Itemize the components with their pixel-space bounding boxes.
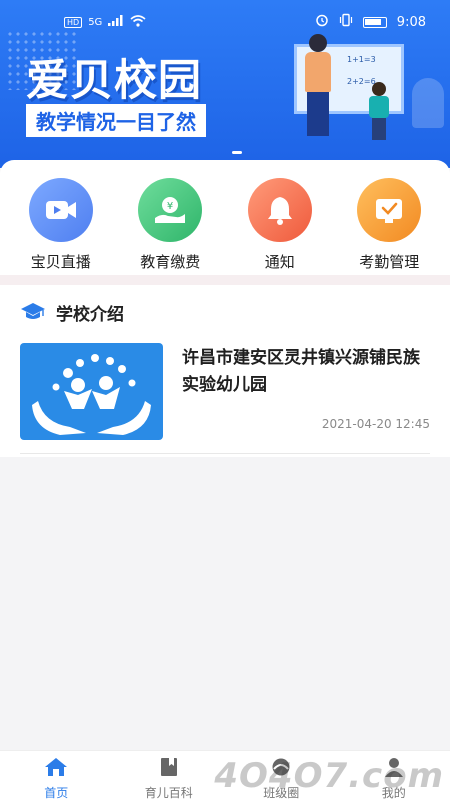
- banner-subtitle: 教学情况一目了然: [26, 104, 206, 137]
- news-item[interactable]: 许昌市建安区灵井镇兴源铺民族实验幼儿园 2021-04-20 12:45: [20, 343, 430, 441]
- vibrate-icon: [339, 13, 353, 31]
- quick-menu: 宝贝直播 ¥ 教育缴费 通知 考勤管理: [0, 160, 450, 275]
- money-hand-icon: ¥: [138, 178, 203, 242]
- menu-attendance[interactable]: 考勤管理: [339, 178, 439, 275]
- home-icon: [44, 757, 68, 781]
- bell-icon: [247, 178, 312, 242]
- hd-badge: HD: [64, 16, 83, 28]
- menu-education-payment[interactable]: ¥ 教育缴费: [120, 178, 220, 275]
- wifi-icon: [130, 14, 146, 30]
- section-header: 学校介绍: [20, 300, 124, 325]
- tab-parenting-encyclopedia[interactable]: 育儿百科: [113, 751, 226, 800]
- signal-icon: [108, 15, 124, 29]
- section-divider: [0, 275, 450, 285]
- alarm-icon: [315, 13, 329, 31]
- menu-label: 通知: [264, 253, 295, 271]
- watermark: 4O4O7.com: [214, 756, 444, 796]
- svg-text:¥: ¥: [167, 201, 173, 212]
- battery-icon: [362, 16, 387, 28]
- section-title: 学校介绍: [56, 305, 124, 325]
- news-title: 许昌市建安区灵井镇兴源铺民族实验幼儿园: [182, 348, 420, 395]
- tab-label: 育儿百科: [144, 786, 193, 800]
- news-divider: [20, 453, 430, 454]
- plant-illustration: [412, 78, 444, 128]
- school-intro-section: 学校介绍 许昌市建安区灵井镇兴源铺民族实验幼儿园 2021-04-20 12:4…: [0, 285, 450, 457]
- menu-label: 教育缴费: [140, 253, 201, 271]
- tab-home[interactable]: 首页: [0, 751, 113, 800]
- graduation-cap-icon: [20, 301, 46, 325]
- carousel-indicator: [232, 151, 242, 154]
- kindergarten-logo-image: [20, 343, 163, 440]
- checklist-icon: [357, 178, 422, 242]
- child-illustration: [366, 82, 392, 142]
- video-camera-icon: [28, 178, 93, 242]
- status-bar: HD 5G 9:08: [0, 0, 450, 44]
- tab-label: 首页: [44, 786, 69, 800]
- banner-title: 爱贝校园: [26, 56, 202, 106]
- news-date: 2021-04-20 12:45: [321, 417, 430, 431]
- menu-notification[interactable]: 通知: [230, 178, 330, 275]
- menu-label: 考勤管理: [359, 253, 420, 271]
- clock-time: 9:08: [396, 14, 426, 30]
- board-formula-1: 1+1=3: [347, 55, 376, 64]
- network-label: 5G: [88, 16, 103, 28]
- menu-label: 宝贝直播: [30, 253, 91, 271]
- menu-baby-live[interactable]: 宝贝直播: [11, 178, 111, 275]
- teacher-illustration: [300, 34, 336, 144]
- book-icon: [158, 757, 180, 781]
